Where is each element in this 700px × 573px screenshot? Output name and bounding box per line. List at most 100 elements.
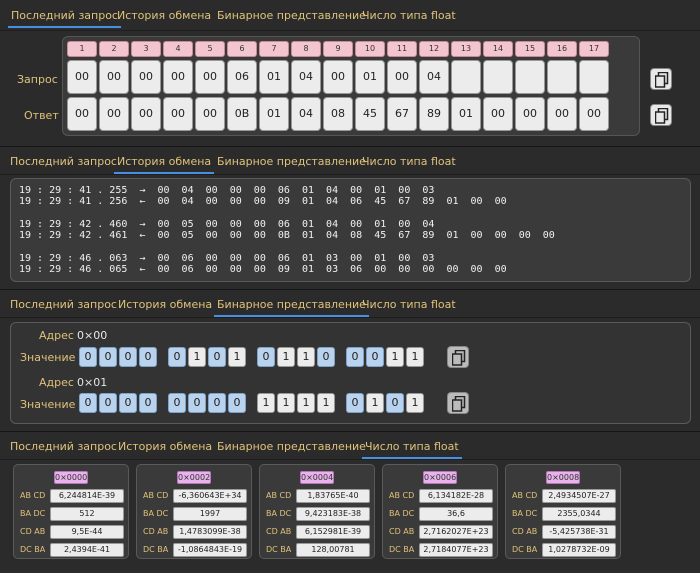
tab-history[interactable]: История обмена [117, 4, 211, 28]
response-byte[interactable]: 04 [291, 97, 321, 131]
tab-history[interactable]: История обмена [118, 293, 212, 317]
bit-cell[interactable]: 0 [386, 393, 404, 413]
bit-cell[interactable]: 0 [99, 393, 117, 413]
response-byte[interactable]: 00 [483, 97, 513, 131]
tab-last-request[interactable]: Последний запрос [8, 4, 121, 28]
tab-float[interactable]: Число типа float [362, 293, 456, 317]
bit-cell[interactable]: 0 [119, 393, 137, 413]
response-byte[interactable]: 00 [131, 97, 161, 131]
response-byte[interactable]: 01 [259, 97, 289, 131]
float-value[interactable]: 2355,0344 [542, 507, 616, 521]
response-byte[interactable]: 00 [163, 97, 193, 131]
bit-cell[interactable]: 0 [188, 393, 206, 413]
request-byte[interactable] [547, 60, 577, 94]
float-value[interactable]: 128,00781 [296, 543, 370, 557]
float-value[interactable]: -1,0864843E-19 [173, 543, 247, 557]
copy-response-button[interactable] [650, 104, 672, 126]
float-value[interactable]: 1,4783099E-38 [173, 525, 247, 539]
float-value[interactable]: 1,0278732E-09 [542, 543, 616, 557]
bit-cell[interactable]: 0 [208, 347, 226, 367]
request-byte[interactable]: 00 [323, 60, 353, 94]
request-byte[interactable] [515, 60, 545, 94]
bit-cell[interactable]: 1 [277, 347, 295, 367]
float-value[interactable]: 512 [50, 507, 124, 521]
bit-cell[interactable]: 0 [99, 347, 117, 367]
response-byte[interactable]: 00 [67, 97, 97, 131]
bit-cell[interactable]: 1 [257, 393, 275, 413]
float-value[interactable]: 9,5E-44 [50, 525, 124, 539]
bit-cell[interactable]: 1 [406, 347, 424, 367]
request-byte[interactable] [451, 60, 481, 94]
response-byte[interactable]: 00 [547, 97, 577, 131]
response-byte[interactable]: 00 [195, 97, 225, 131]
request-byte[interactable]: 01 [355, 60, 385, 94]
response-byte[interactable]: 00 [515, 97, 545, 131]
tab-history[interactable]: История обмена [114, 150, 215, 174]
bit-cell[interactable]: 0 [168, 347, 186, 367]
float-value[interactable]: -5,425738E-31 [542, 525, 616, 539]
tab-binary[interactable]: Бинарное представление [214, 293, 369, 317]
bit-cell[interactable]: 1 [317, 393, 335, 413]
bit-cell[interactable]: 0 [208, 393, 226, 413]
bit-cell[interactable]: 0 [168, 393, 186, 413]
bit-cell[interactable]: 1 [386, 347, 404, 367]
response-byte[interactable]: 0B [227, 97, 257, 131]
request-byte[interactable]: 00 [99, 60, 129, 94]
bit-cell[interactable]: 1 [297, 347, 315, 367]
float-value[interactable]: -6,360643E+34 [173, 489, 247, 503]
bit-cell[interactable]: 0 [139, 347, 157, 367]
bit-cell[interactable]: 1 [277, 393, 295, 413]
request-byte[interactable] [483, 60, 513, 94]
bit-cell[interactable]: 0 [228, 393, 246, 413]
response-byte[interactable]: 67 [387, 97, 417, 131]
float-value[interactable]: 2,7184077E+23 [419, 543, 493, 557]
bit-cell[interactable]: 0 [257, 347, 275, 367]
float-value[interactable]: 9,423183E-38 [296, 507, 370, 521]
tab-float[interactable]: Число типа float [362, 4, 456, 28]
request-byte[interactable]: 01 [259, 60, 289, 94]
response-byte[interactable]: 08 [323, 97, 353, 131]
tab-binary[interactable]: Бинарное представление [217, 4, 366, 28]
tab-last-request[interactable]: Последний запрос [10, 293, 117, 317]
float-value[interactable]: 6,134182E-28 [419, 489, 493, 503]
bit-cell[interactable]: 0 [79, 393, 97, 413]
exchange-log[interactable]: 19 : 29 : 41 . 255 → 00 04 00 00 00 06 0… [10, 178, 691, 282]
bit-cell[interactable]: 1 [188, 347, 206, 367]
request-byte[interactable]: 00 [131, 60, 161, 94]
float-value[interactable]: 6,244814E-39 [50, 489, 124, 503]
bit-cell[interactable]: 1 [366, 393, 384, 413]
bit-cell[interactable]: 1 [406, 393, 424, 413]
float-value[interactable]: 2,7162027E+23 [419, 525, 493, 539]
request-byte[interactable] [579, 60, 609, 94]
request-byte[interactable]: 00 [163, 60, 193, 94]
bit-cell[interactable]: 0 [317, 347, 335, 367]
response-byte[interactable]: 01 [451, 97, 481, 131]
bit-cell[interactable]: 0 [346, 347, 364, 367]
bit-cell[interactable]: 1 [297, 393, 315, 413]
tab-history[interactable]: История обмена [118, 435, 212, 459]
request-byte[interactable]: 06 [227, 60, 257, 94]
request-byte[interactable]: 00 [195, 60, 225, 94]
float-value[interactable]: 36,6 [419, 507, 493, 521]
request-byte[interactable]: 04 [291, 60, 321, 94]
bit-cell[interactable]: 0 [119, 347, 137, 367]
float-value[interactable]: 6,152981E-39 [296, 525, 370, 539]
tab-binary[interactable]: Бинарное представление [217, 435, 366, 459]
response-byte[interactable]: 45 [355, 97, 385, 131]
float-value[interactable]: 2,4934507E-27 [542, 489, 616, 503]
response-byte[interactable]: 00 [579, 97, 609, 131]
bit-cell[interactable]: 0 [346, 393, 364, 413]
tab-last-request[interactable]: Последний запрос [10, 435, 117, 459]
request-byte[interactable]: 00 [387, 60, 417, 94]
response-byte[interactable]: 00 [99, 97, 129, 131]
copy-binary-button[interactable] [447, 392, 469, 414]
tab-float[interactable]: Число типа float [362, 435, 462, 459]
tab-binary[interactable]: Бинарное представление [217, 150, 366, 174]
float-value[interactable]: 1,83765E-40 [296, 489, 370, 503]
bit-cell[interactable]: 1 [228, 347, 246, 367]
bit-cell[interactable]: 0 [139, 393, 157, 413]
tab-last-request[interactable]: Последний запрос [10, 150, 117, 174]
bit-cell[interactable]: 0 [366, 347, 384, 367]
request-byte[interactable]: 00 [67, 60, 97, 94]
copy-request-button[interactable] [650, 68, 672, 90]
